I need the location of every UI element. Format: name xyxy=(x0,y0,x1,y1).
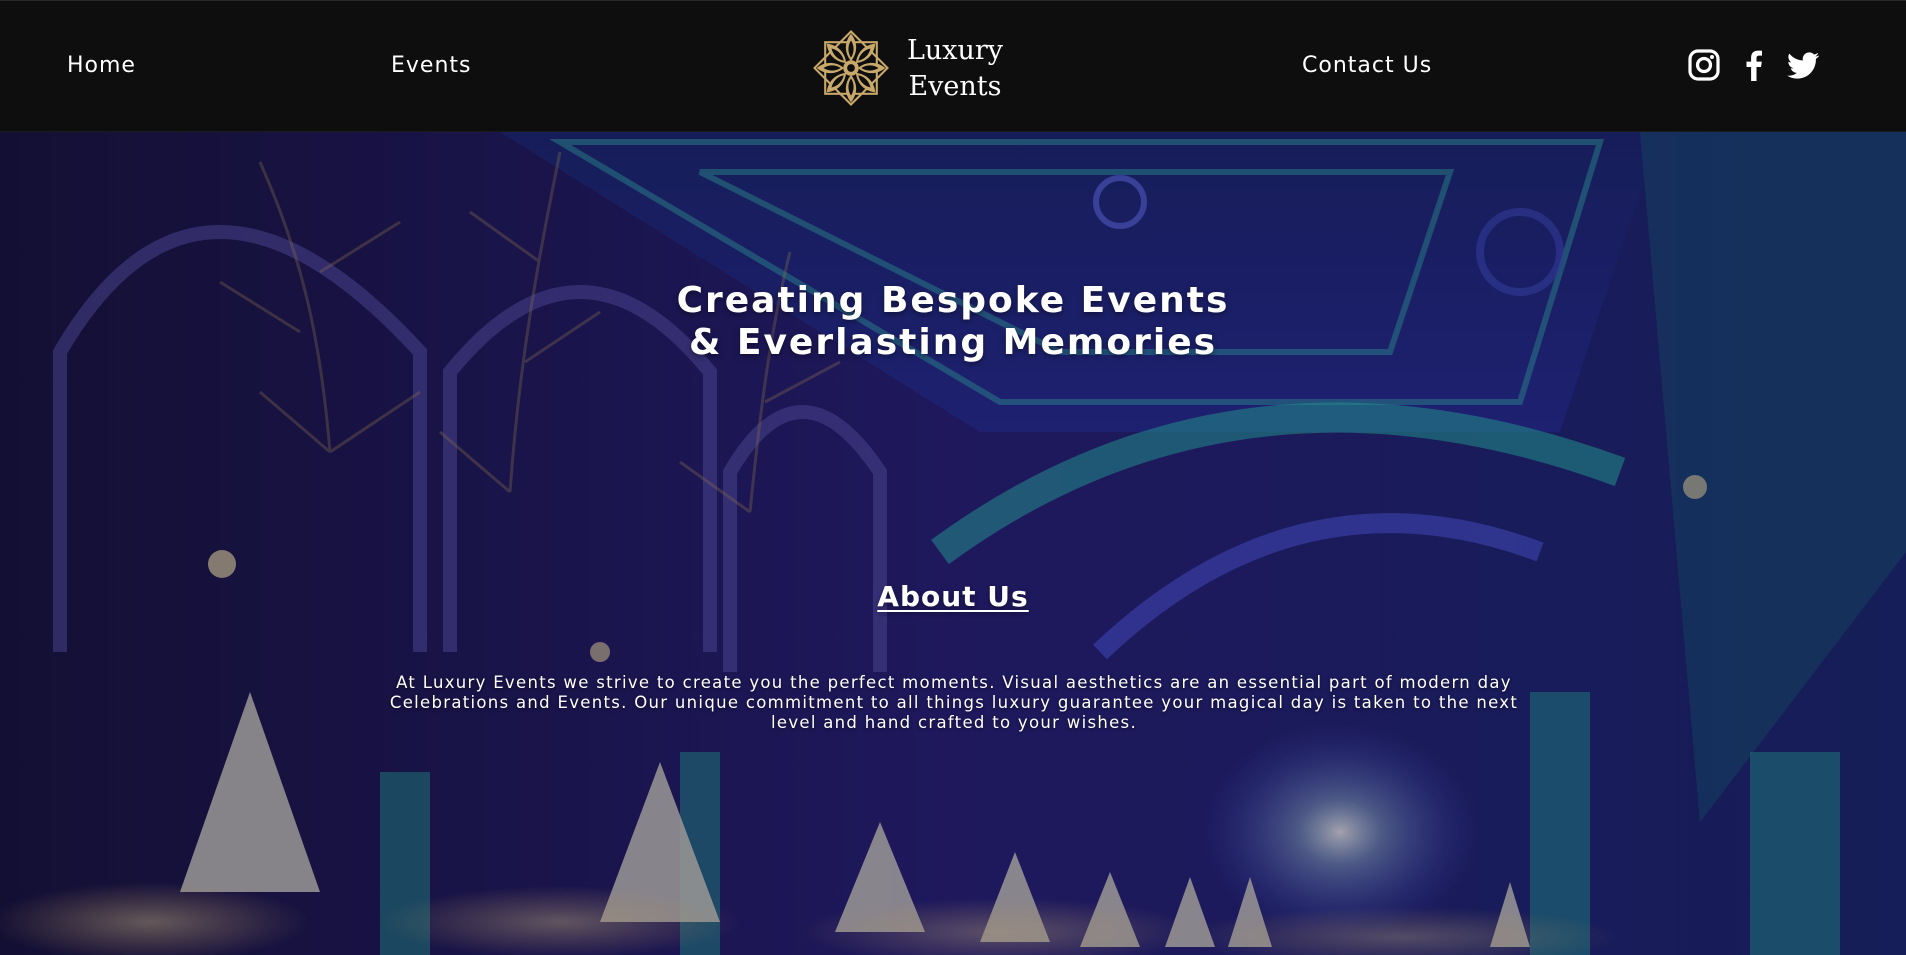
facebook-icon[interactable] xyxy=(1736,47,1772,83)
nav-events-link[interactable]: Events xyxy=(391,53,472,78)
logo-line-1: Luxury xyxy=(906,35,1004,66)
hero-title-line-1: Creating Bespoke Events xyxy=(676,280,1230,321)
site-logo[interactable]: Luxury Events xyxy=(808,23,1008,115)
instagram-icon[interactable] xyxy=(1686,47,1722,83)
nav-home-link[interactable]: Home xyxy=(67,53,136,78)
about-heading: About Us xyxy=(877,580,1029,613)
hero-title-line-2: & Everlasting Memories xyxy=(688,322,1218,363)
hero-title: Creating Bespoke Events & Everlasting Me… xyxy=(553,280,1353,364)
hero-section: Creating Bespoke Events & Everlasting Me… xyxy=(0,132,1906,955)
site-header: Home Events Luxury Events Contact Us xyxy=(0,0,1906,132)
nav-contact-link[interactable]: Contact Us xyxy=(1302,53,1432,78)
mandala-flower-icon xyxy=(813,30,889,106)
about-description: At Luxury Events we strive to create you… xyxy=(389,673,1519,732)
logo-line-2: Events xyxy=(908,71,1002,102)
twitter-icon[interactable] xyxy=(1785,47,1821,83)
logo-wordmark: Luxury Events xyxy=(900,33,1010,105)
hero-overlay xyxy=(0,132,1906,955)
